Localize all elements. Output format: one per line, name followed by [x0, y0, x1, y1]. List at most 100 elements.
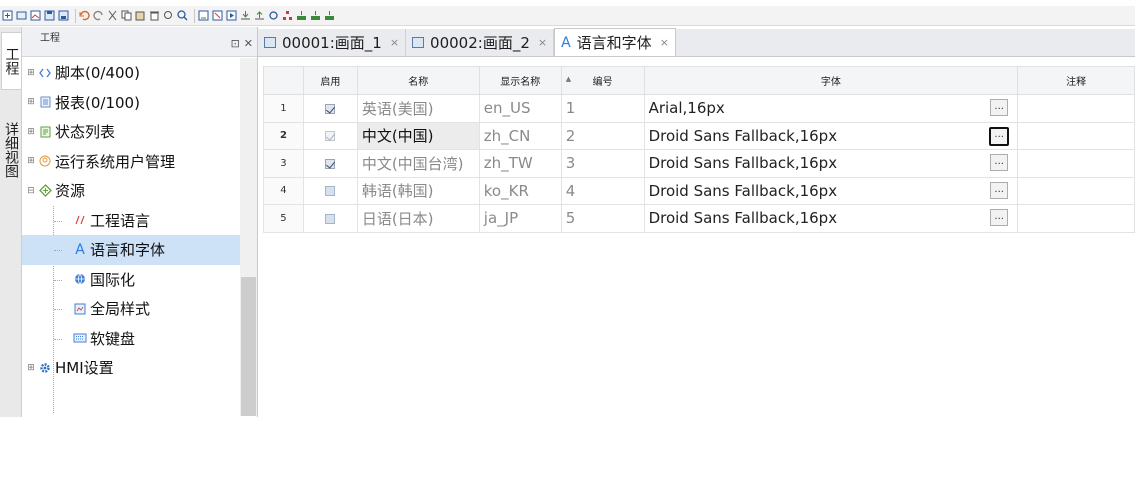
column-header-display-name[interactable]: 显示名称: [478, 66, 562, 95]
name-cell[interactable]: 韩语(韩国): [356, 176, 480, 205]
close-icon[interactable]: ×: [538, 36, 547, 49]
tree-item-language-and-font[interactable]: A 语言和字体: [22, 235, 240, 265]
simulate-icon[interactable]: [226, 10, 237, 22]
side-tab-project[interactable]: 工程: [1, 32, 21, 90]
display-name-cell[interactable]: en_US: [478, 94, 562, 123]
close-panel-icon[interactable]: ✕: [244, 37, 253, 50]
comment-cell[interactable]: [1017, 121, 1135, 150]
tree-item-status-list[interactable]: ⊞ 状态列表: [22, 117, 240, 147]
expand-icon[interactable]: ⊞: [26, 68, 36, 78]
name-cell[interactable]: 中文(中国): [356, 121, 480, 150]
tree-item-internationalization[interactable]: 国际化: [22, 265, 240, 295]
font-picker-button[interactable]: ...: [989, 126, 1010, 146]
column-header-enabled[interactable]: 启用: [302, 66, 358, 95]
expand-icon[interactable]: ⊞: [26, 127, 36, 137]
device-icon-2[interactable]: [310, 10, 321, 22]
expand-icon[interactable]: ⊞: [26, 156, 36, 166]
tree-item-global-style[interactable]: 全局样式: [22, 294, 240, 324]
display-name-cell[interactable]: ja_JP: [478, 204, 562, 233]
enabled-checkbox[interactable]: [325, 213, 336, 224]
network-icon[interactable]: [282, 10, 293, 22]
name-cell[interactable]: 中文(中国台湾): [356, 149, 480, 178]
comment-cell[interactable]: [1017, 176, 1135, 205]
number-cell[interactable]: 3: [560, 149, 645, 178]
number-cell[interactable]: 5: [560, 204, 645, 233]
new-icon[interactable]: [2, 10, 13, 22]
import-icon[interactable]: [254, 10, 265, 22]
expand-icon[interactable]: ⊞: [26, 363, 36, 373]
close-icon[interactable]: ×: [660, 36, 669, 49]
enabled-checkbox[interactable]: [325, 103, 336, 114]
column-header-number[interactable]: ▲ 编号: [560, 66, 645, 95]
comment-cell[interactable]: [1017, 94, 1135, 123]
tab-screen-2[interactable]: 00002:画面_2 ×: [406, 29, 555, 56]
tree-item-hmi-settings[interactable]: ⊞ HMI设置: [22, 353, 240, 383]
cut-icon[interactable]: [107, 10, 118, 22]
tree-item-script[interactable]: ⊞ 脚本(0/400): [22, 58, 240, 88]
side-tab-detail-view[interactable]: 详细视图: [1, 95, 21, 205]
table-row[interactable]: 3 中文(中国台湾) zh_TW 3 Droid Sans Fallback,1…: [263, 149, 1135, 178]
font-cell[interactable]: Droid Sans Fallback,16px...: [643, 176, 1019, 205]
enabled-checkbox[interactable]: [325, 158, 336, 169]
font-picker-button[interactable]: ...: [990, 99, 1009, 116]
table-row[interactable]: 1 英语(美国) en_US 1 Arial,16px...: [263, 94, 1135, 123]
device-icon-3[interactable]: [324, 10, 335, 22]
scrollbar-thumb[interactable]: [241, 277, 256, 416]
search-icon[interactable]: [177, 10, 188, 22]
collapse-icon[interactable]: ⊟: [26, 186, 36, 196]
paste-icon[interactable]: [135, 10, 146, 22]
font-picker-button[interactable]: ...: [990, 209, 1009, 226]
font-cell[interactable]: Arial,16px...: [643, 94, 1019, 123]
enabled-cell[interactable]: [302, 204, 358, 233]
redo-icon[interactable]: [93, 10, 104, 22]
save-all-icon[interactable]: [58, 10, 69, 22]
enabled-cell[interactable]: [302, 94, 358, 123]
undo-icon[interactable]: [79, 10, 90, 22]
column-header-name[interactable]: 名称: [356, 66, 480, 95]
open-image-icon[interactable]: [30, 10, 41, 22]
font-picker-button[interactable]: ...: [990, 154, 1009, 171]
tree-item-report[interactable]: ⊞ 报表(0/100): [22, 88, 240, 118]
close-icon[interactable]: ×: [390, 36, 399, 49]
font-picker-button[interactable]: ...: [990, 181, 1009, 199]
expand-icon[interactable]: ⊞: [26, 97, 36, 107]
device-icon-1[interactable]: [296, 10, 307, 22]
number-cell[interactable]: 4: [560, 176, 645, 205]
enabled-cell[interactable]: [302, 121, 358, 150]
font-cell[interactable]: Droid Sans Fallback,16px...: [643, 204, 1019, 233]
tree-scrollbar[interactable]: [240, 58, 257, 416]
display-name-cell[interactable]: zh_CN: [478, 121, 562, 150]
refresh-icon[interactable]: [268, 10, 279, 22]
enabled-checkbox[interactable]: [325, 186, 336, 197]
table-row[interactable]: 2 中文(中国) zh_CN 2 Droid Sans Fallback,16p…: [263, 121, 1135, 150]
enabled-cell[interactable]: [302, 176, 358, 205]
display-name-cell[interactable]: ko_KR: [478, 176, 562, 205]
open-icon[interactable]: [16, 10, 27, 22]
tab-language-and-font[interactable]: A 语言和字体 ×: [554, 28, 676, 56]
export-icon[interactable]: [240, 10, 251, 22]
tree-item-soft-keyboard[interactable]: 软键盘: [22, 324, 240, 354]
delete-icon[interactable]: [149, 10, 160, 22]
table-row[interactable]: 5 日语(日本) ja_JP 5 Droid Sans Fallback,16p…: [263, 204, 1135, 233]
font-cell[interactable]: Droid Sans Fallback,16px...: [643, 121, 1019, 150]
tree-item-project-language[interactable]: 工程语言: [22, 206, 240, 236]
pin-icon[interactable]: ⊡: [231, 37, 240, 50]
save-icon[interactable]: [44, 10, 55, 22]
comment-cell[interactable]: [1017, 149, 1135, 178]
download-icon[interactable]: [212, 10, 223, 22]
column-header-font[interactable]: 字体: [643, 66, 1019, 95]
tree-item-resources[interactable]: ⊟ 资源: [22, 176, 240, 206]
font-cell[interactable]: Droid Sans Fallback,16px...: [643, 149, 1019, 178]
enabled-cell[interactable]: [302, 149, 358, 178]
column-header-comment[interactable]: 注释: [1017, 66, 1135, 95]
find-icon[interactable]: [163, 10, 174, 22]
comment-cell[interactable]: [1017, 204, 1135, 233]
number-cell[interactable]: 2: [560, 121, 645, 150]
table-row[interactable]: 4 韩语(韩国) ko_KR 4 Droid Sans Fallback,16p…: [263, 176, 1135, 205]
name-cell[interactable]: 日语(日本): [356, 204, 480, 233]
name-cell[interactable]: 英语(美国): [356, 94, 480, 123]
number-cell[interactable]: 1: [560, 94, 645, 123]
display-name-cell[interactable]: zh_TW: [478, 149, 562, 178]
compile-icon[interactable]: [198, 10, 209, 22]
copy-icon[interactable]: [121, 10, 132, 22]
